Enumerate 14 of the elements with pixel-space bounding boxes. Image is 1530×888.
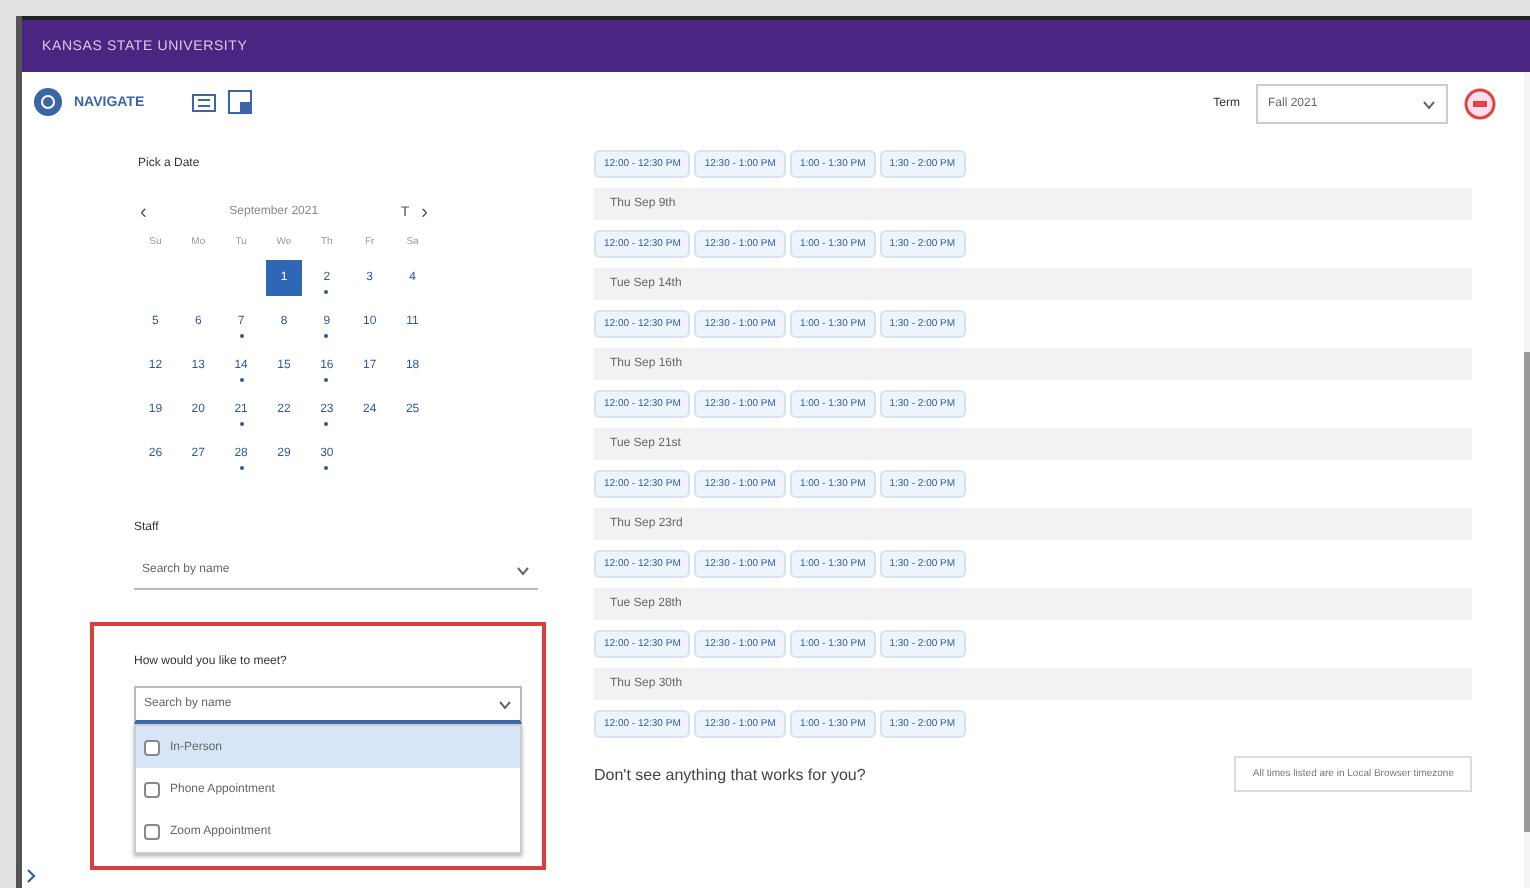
checkbox[interactable]: [144, 739, 160, 755]
card-icon[interactable]: [192, 93, 217, 111]
chevron-down-icon: [1422, 99, 1436, 109]
checkbox[interactable]: [144, 781, 160, 797]
logo-icon: [34, 88, 62, 116]
expand-icon[interactable]: [26, 868, 36, 884]
window-icon[interactable]: [228, 90, 253, 114]
previous-month-button[interactable]: ‹: [134, 201, 153, 223]
checkbox[interactable]: [144, 823, 160, 839]
chevron-down-icon: [516, 565, 530, 575]
no-fit-question: Don't see anything that works for you?: [594, 765, 866, 783]
chevron-down-icon: [498, 699, 512, 709]
next-month-button[interactable]: ›: [415, 201, 434, 223]
close-icon[interactable]: [1464, 88, 1496, 120]
